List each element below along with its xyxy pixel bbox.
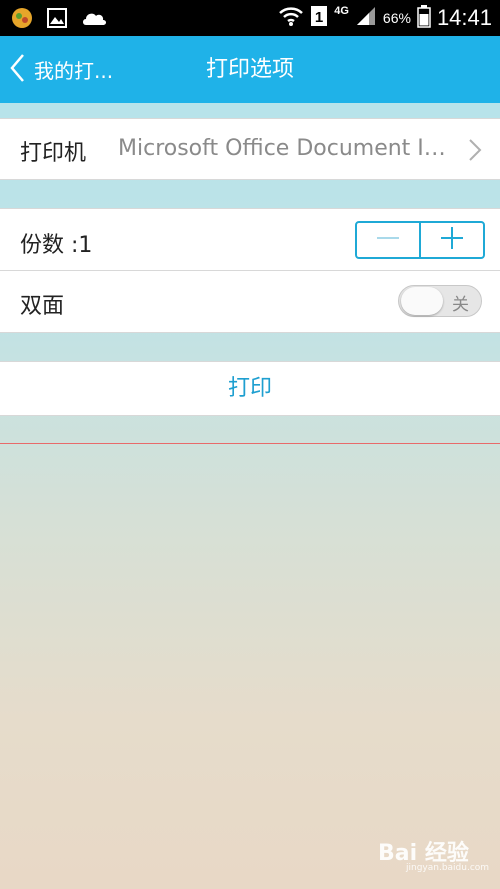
printer-row[interactable]: 打印机 Microsoft Office Document Image Writ…: [0, 118, 500, 180]
cloud-icon: [80, 7, 108, 33]
printer-value: Microsoft Office Document Image Writer: [118, 136, 458, 161]
duplex-label: 双面: [20, 294, 65, 319]
duplex-toggle[interactable]: 关: [398, 285, 482, 317]
battery-icon: [417, 4, 431, 32]
divider: [0, 443, 500, 444]
baidu-watermark: Bai 经验 jingyan.baidu.com: [374, 833, 490, 879]
toggle-state-label: 关: [452, 295, 469, 315]
duplex-row: 双面 关: [0, 271, 500, 332]
clock: 14:41: [436, 5, 492, 30]
chevron-left-icon: [8, 52, 28, 88]
app-icon: [10, 6, 34, 34]
back-label: 我的打...: [34, 59, 114, 83]
svg-text:1: 1: [315, 9, 323, 26]
status-bar: 1 4G 66% 14:41: [0, 0, 500, 36]
copies-stepper: [355, 221, 485, 259]
printer-label: 打印机: [20, 141, 87, 166]
decrement-button[interactable]: [357, 223, 419, 257]
watermark-url: jingyan.baidu.com: [406, 863, 490, 873]
print-button[interactable]: 打印: [0, 361, 500, 416]
app-bar: 我的打... 打印选项: [0, 36, 500, 103]
battery-percent: 66%: [382, 10, 411, 26]
network-type: 4G: [334, 5, 349, 17]
copies-label: 份数 :1: [20, 233, 93, 258]
status-bar-left: [10, 6, 108, 34]
minus-icon: [375, 225, 401, 255]
status-bar-right: 1 4G 66% 14:41: [278, 0, 492, 36]
options-card: 份数 :1 双面 关: [0, 208, 500, 333]
plus-icon: [439, 225, 465, 255]
increment-button[interactable]: [419, 223, 483, 257]
toggle-knob: [401, 287, 443, 315]
sim-icon: 1: [310, 5, 328, 31]
wifi-icon: [278, 5, 304, 31]
signal-icon: [355, 5, 377, 31]
chevron-right-icon: [468, 137, 482, 167]
gallery-icon: [46, 7, 68, 33]
copies-row: 份数 :1: [0, 209, 500, 271]
back-button[interactable]: 我的打...: [8, 36, 113, 103]
